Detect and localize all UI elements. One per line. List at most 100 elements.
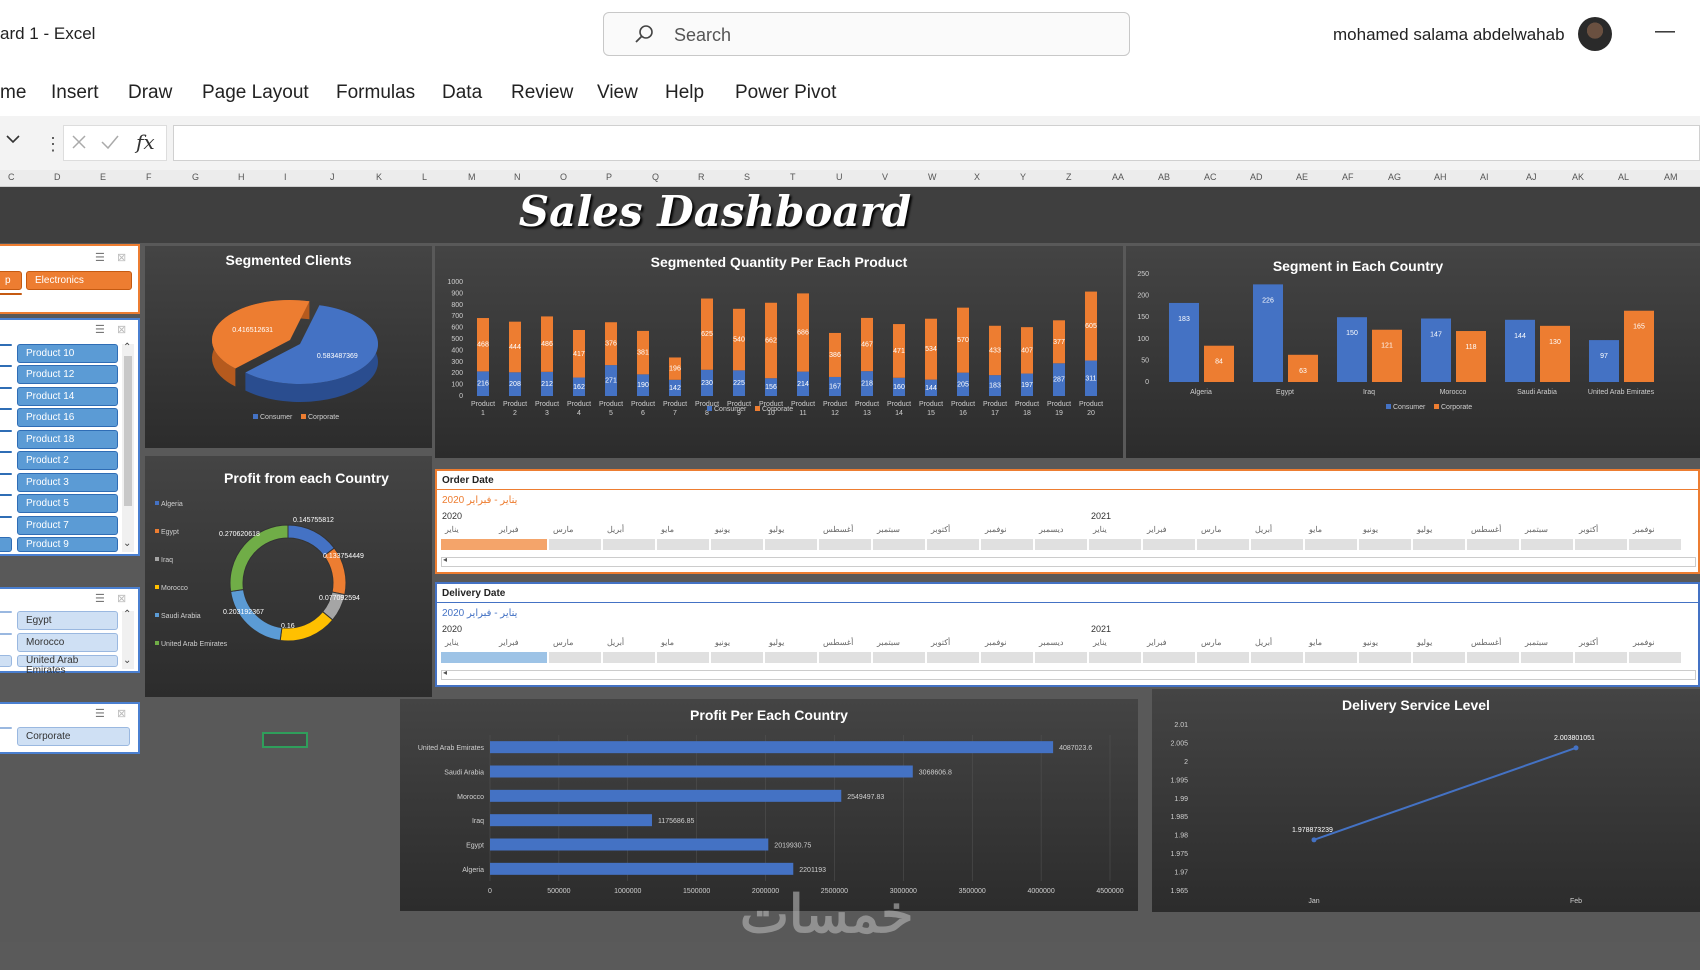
slicer-item[interactable] bbox=[0, 451, 12, 453]
column-header[interactable]: N bbox=[514, 172, 521, 182]
timeline-period[interactable] bbox=[1089, 652, 1141, 663]
column-header[interactable]: W bbox=[928, 172, 937, 182]
column-header[interactable]: AM bbox=[1664, 172, 1678, 182]
column-header[interactable]: L bbox=[422, 172, 427, 182]
multi-select-icon[interactable]: ☰ bbox=[95, 251, 105, 264]
tab-review[interactable]: Review bbox=[511, 82, 573, 104]
column-header[interactable]: AF bbox=[1342, 172, 1354, 182]
timeline-period[interactable] bbox=[873, 539, 925, 550]
slicer-item[interactable]: p bbox=[0, 271, 22, 290]
column-header[interactable]: H bbox=[238, 172, 245, 182]
timeline-selection[interactable] bbox=[441, 539, 547, 550]
timeline-period[interactable] bbox=[711, 652, 763, 663]
scroll-left-icon[interactable]: ◂ bbox=[443, 555, 447, 564]
column-header[interactable]: AA bbox=[1112, 172, 1124, 182]
formula-input[interactable] bbox=[173, 125, 1700, 161]
timeline-period[interactable] bbox=[657, 539, 709, 550]
timeline-period[interactable] bbox=[1413, 652, 1465, 663]
column-header[interactable]: AC bbox=[1204, 172, 1217, 182]
timeline-period[interactable] bbox=[711, 539, 763, 550]
timeline-period[interactable] bbox=[1359, 652, 1411, 663]
timeline-period[interactable] bbox=[927, 539, 979, 550]
column-header[interactable]: AD bbox=[1250, 172, 1263, 182]
clear-filter-icon[interactable]: ⊠ bbox=[117, 592, 126, 605]
tab-view[interactable]: View bbox=[597, 82, 638, 104]
slicer-item-product[interactable]: Product 5 bbox=[17, 494, 118, 513]
timeline-period[interactable] bbox=[981, 539, 1033, 550]
tab-page-layout[interactable]: Page Layout bbox=[202, 82, 309, 104]
timeline-period[interactable] bbox=[873, 652, 925, 663]
insert-function-button[interactable]: fx bbox=[136, 130, 155, 154]
slicer-item[interactable] bbox=[0, 293, 22, 295]
slicer-item[interactable] bbox=[0, 365, 12, 367]
tab-formulas[interactable]: Formulas bbox=[336, 82, 415, 104]
name-box-dropdown-icon[interactable] bbox=[5, 132, 21, 150]
slicer-item[interactable] bbox=[0, 611, 12, 613]
slicer-item[interactable] bbox=[0, 633, 12, 635]
timeline-period[interactable] bbox=[1143, 652, 1195, 663]
slicer-item-product[interactable]: Product 12 bbox=[17, 365, 118, 384]
slicer-item-electronics[interactable]: Electronics bbox=[26, 271, 132, 290]
timeline-period[interactable] bbox=[1467, 539, 1519, 550]
more-options-icon[interactable]: ⋮ bbox=[44, 134, 62, 155]
timeline-period[interactable] bbox=[1197, 539, 1249, 550]
timeline-period[interactable] bbox=[549, 652, 601, 663]
enter-icon[interactable] bbox=[100, 133, 120, 156]
avatar[interactable] bbox=[1578, 17, 1612, 51]
timeline-period[interactable] bbox=[1521, 652, 1573, 663]
slicer-scrollbar[interactable]: ⌃ ⌄ bbox=[122, 609, 134, 669]
slicer-item-product[interactable]: Product 2 bbox=[17, 451, 118, 470]
slicer-item-product[interactable]: Product 3 bbox=[17, 473, 118, 492]
timeline-delivery-date[interactable]: Delivery Date يناير - فبراير 2020 2020 2021… bbox=[435, 582, 1700, 687]
timeline-period[interactable] bbox=[549, 539, 601, 550]
slicer-item-product[interactable]: Product 10 bbox=[17, 344, 118, 363]
scroll-left-icon[interactable]: ◂ bbox=[443, 668, 447, 677]
column-header[interactable]: V bbox=[882, 172, 888, 182]
timeline-scrollbar[interactable] bbox=[441, 557, 1696, 567]
column-header[interactable]: Y bbox=[1020, 172, 1026, 182]
column-header[interactable]: U bbox=[836, 172, 843, 182]
timeline-period[interactable] bbox=[603, 652, 655, 663]
timeline-period[interactable] bbox=[1413, 539, 1465, 550]
tab-draw[interactable]: Draw bbox=[128, 82, 172, 104]
timeline-period[interactable] bbox=[1575, 539, 1627, 550]
column-header[interactable]: Z bbox=[1066, 172, 1072, 182]
slicer-category[interactable]: ☰ ⊠ p Electronics bbox=[0, 244, 140, 314]
slicer-item[interactable] bbox=[0, 387, 12, 389]
timeline-selection[interactable] bbox=[441, 652, 547, 663]
column-header[interactable]: S bbox=[744, 172, 750, 182]
timeline-period[interactable] bbox=[1575, 652, 1627, 663]
slicer-item-product[interactable]: Product 9 bbox=[17, 537, 118, 552]
slicer-item[interactable] bbox=[0, 473, 12, 475]
slicer-scrollbar[interactable]: ⌃ ⌄ bbox=[122, 342, 134, 552]
tab-insert[interactable]: Insert bbox=[51, 82, 99, 104]
column-header[interactable]: AK bbox=[1572, 172, 1584, 182]
timeline-order-date[interactable]: Order Date يناير - فبراير 2020 2020 2021 ينا… bbox=[435, 469, 1700, 574]
timeline-period[interactable] bbox=[1035, 539, 1087, 550]
clear-filter-icon[interactable]: ⊠ bbox=[117, 707, 126, 720]
timeline-period[interactable] bbox=[1035, 652, 1087, 663]
timeline-period[interactable] bbox=[765, 652, 817, 663]
multi-select-icon[interactable]: ☰ bbox=[95, 707, 105, 720]
timeline-period[interactable] bbox=[1629, 539, 1681, 550]
active-cell[interactable] bbox=[262, 732, 308, 748]
slicer-item[interactable] bbox=[0, 537, 12, 552]
minimize-button[interactable]: — bbox=[1655, 20, 1675, 43]
timeline-period[interactable] bbox=[1143, 539, 1195, 550]
slicer-item[interactable] bbox=[0, 408, 12, 410]
tab-help[interactable]: Help bbox=[665, 82, 704, 104]
slicer-item-corporate[interactable]: Corporate bbox=[17, 727, 130, 746]
timeline-scrollbar[interactable] bbox=[441, 670, 1696, 680]
timeline-period[interactable] bbox=[1251, 539, 1303, 550]
tab-power-pivot[interactable]: Power Pivot bbox=[735, 82, 836, 104]
slicer-product[interactable]: ☰ ⊠ Product 10 Product 12 Product 14 Pro… bbox=[0, 318, 140, 556]
column-header[interactable]: E bbox=[100, 172, 106, 182]
column-header[interactable]: AB bbox=[1158, 172, 1170, 182]
chevron-down-icon[interactable]: ⌄ bbox=[123, 538, 131, 549]
column-header[interactable]: M bbox=[468, 172, 476, 182]
column-header[interactable]: J bbox=[330, 172, 335, 182]
timeline-period[interactable] bbox=[1305, 539, 1357, 550]
timeline-period[interactable] bbox=[1629, 652, 1681, 663]
timeline-period[interactable] bbox=[981, 652, 1033, 663]
tab-home[interactable]: me bbox=[0, 82, 26, 104]
